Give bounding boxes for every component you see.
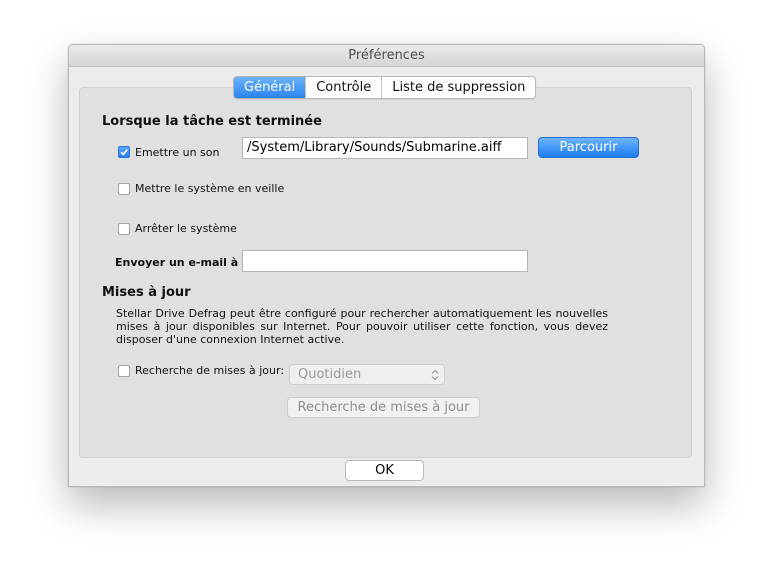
tab-control[interactable]: Contrôle (305, 77, 382, 98)
check-updates-label: Recherche de mises à jour: (135, 364, 285, 377)
ok-button[interactable]: OK (345, 460, 424, 481)
shutdown-checkbox[interactable] (118, 223, 130, 235)
check-updates-button[interactable]: Recherche de mises à jour (287, 397, 480, 418)
window-title: Préférences (69, 45, 704, 67)
browse-button[interactable]: Parcourir (538, 137, 639, 158)
check-updates-checkbox[interactable] (118, 365, 130, 377)
general-panel: Lorsque la tâche est terminée Emettre un… (79, 87, 692, 458)
play-sound-checkbox[interactable] (118, 146, 130, 158)
frequency-select[interactable]: Quotidien (289, 364, 445, 385)
tab-deletion-list[interactable]: Liste de suppression (381, 77, 536, 98)
preferences-window: Préférences Général Contrôle Liste de su… (68, 44, 705, 487)
updates-heading: Mises à jour (102, 285, 191, 300)
up-down-chevron-icon (431, 369, 439, 381)
frequency-value: Quotidien (298, 367, 362, 382)
sleep-checkbox[interactable] (118, 183, 130, 195)
completion-heading: Lorsque la tâche est terminée (102, 114, 322, 129)
tab-general[interactable]: Général (234, 77, 306, 98)
checkmark-icon (120, 149, 128, 156)
shutdown-label: Arrêter le système (135, 222, 237, 235)
email-label: Envoyer un e-mail à : (115, 256, 247, 269)
email-field[interactable] (242, 250, 528, 272)
updates-description: Stellar Drive Defrag peut être configuré… (116, 307, 608, 346)
sleep-label: Mettre le système en veille (135, 182, 285, 195)
tab-bar: Général Contrôle Liste de suppression (233, 76, 537, 99)
play-sound-label: Emettre un son (135, 146, 220, 159)
sound-path-field[interactable]: /System/Library/Sounds/Submarine.aiff (242, 137, 528, 159)
